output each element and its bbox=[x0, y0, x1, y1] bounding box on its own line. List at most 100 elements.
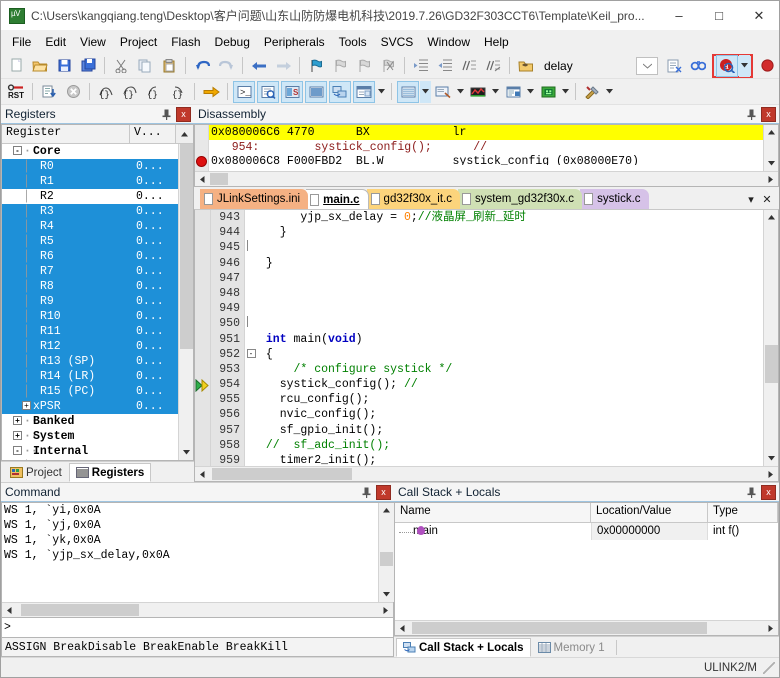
menu-window[interactable]: Window bbox=[420, 33, 477, 51]
analysis-windows-icon[interactable] bbox=[467, 81, 489, 103]
register-row[interactable]: │R90... bbox=[2, 294, 178, 309]
command-scroll-right-icon[interactable] bbox=[378, 603, 393, 617]
command-vertical-scrollbar[interactable] bbox=[378, 503, 393, 602]
editor-code-line[interactable] bbox=[259, 271, 763, 286]
step-icon[interactable]: {} bbox=[95, 81, 117, 103]
register-row[interactable]: +xPSR0... bbox=[2, 399, 178, 414]
editor-code-line[interactable] bbox=[259, 286, 763, 301]
register-row[interactable]: │R30... bbox=[2, 204, 178, 219]
command-hscroll-thumb[interactable] bbox=[21, 604, 139, 616]
callstack-horizontal-scrollbar[interactable] bbox=[395, 620, 778, 635]
run-to-main-icon[interactable] bbox=[38, 81, 60, 103]
callstack-scroll-right-icon[interactable] bbox=[763, 621, 778, 635]
editor-horizontal-scrollbar[interactable] bbox=[195, 466, 778, 481]
watch-windows-dropdown-caret[interactable] bbox=[376, 81, 387, 103]
copy-icon[interactable] bbox=[134, 55, 156, 77]
register-row[interactable]: │R60... bbox=[2, 249, 178, 264]
command-window-icon[interactable]: >_ bbox=[233, 81, 255, 103]
editor-fold-cell[interactable] bbox=[245, 286, 257, 301]
callstack-close-icon[interactable]: x bbox=[761, 485, 776, 500]
editor-code-line[interactable]: } bbox=[259, 256, 763, 271]
disassembly-gutter[interactable] bbox=[195, 125, 209, 171]
editor-fold-cell[interactable] bbox=[245, 256, 257, 271]
outdent-icon[interactable] bbox=[434, 55, 456, 77]
find-in-project-dropdown-caret[interactable] bbox=[739, 55, 750, 77]
editor-fold-cell[interactable] bbox=[245, 362, 257, 377]
menu-debug[interactable]: Debug bbox=[208, 33, 257, 51]
registers-scroll-down-icon[interactable] bbox=[179, 445, 194, 460]
find-history-dropdown[interactable] bbox=[636, 57, 658, 75]
save-all-icon[interactable] bbox=[77, 55, 99, 77]
system-viewer-dropdown-caret[interactable] bbox=[560, 81, 571, 103]
disassembly-close-icon[interactable]: x bbox=[761, 107, 776, 122]
trace-windows-dropdown-caret[interactable] bbox=[525, 81, 536, 103]
open-file-icon[interactable] bbox=[29, 55, 51, 77]
dock-tab-project[interactable]: Project bbox=[3, 463, 69, 482]
menu-help[interactable]: Help bbox=[477, 33, 516, 51]
cut-icon[interactable] bbox=[110, 55, 132, 77]
callstack-col-location[interactable]: Location/Value bbox=[591, 503, 708, 522]
serial-windows-dropdown-caret[interactable] bbox=[455, 81, 466, 103]
editor-tab-gd32f30x-it-c[interactable]: gd32f30x_it.c bbox=[367, 189, 460, 209]
tree-toggle-icon[interactable]: + bbox=[13, 416, 22, 425]
editor-code-line[interactable]: nvic_config(); bbox=[259, 407, 763, 422]
editor-code-line[interactable] bbox=[259, 316, 763, 331]
disassembly-instruction-line[interactable]: 0x080006C8 F000FBD2 BL.W systick_config … bbox=[209, 155, 763, 165]
indent-icon[interactable] bbox=[410, 55, 432, 77]
editor-hscroll-thumb[interactable] bbox=[212, 468, 352, 480]
bookmark-list-icon[interactable] bbox=[663, 55, 685, 77]
symbols-window-icon[interactable]: S bbox=[281, 81, 303, 103]
disassembly-vertical-scrollbar[interactable] bbox=[763, 125, 778, 171]
tree-toggle-icon[interactable]: + bbox=[22, 401, 31, 410]
callstack-col-type[interactable]: Type bbox=[708, 503, 778, 522]
register-row[interactable]: │R20... bbox=[2, 189, 178, 204]
disassembly-pin-icon[interactable] bbox=[744, 107, 759, 122]
menu-svcs[interactable]: SVCS bbox=[374, 33, 421, 51]
editor-scroll-left-icon[interactable] bbox=[195, 467, 210, 481]
menu-file[interactable]: File bbox=[5, 33, 38, 51]
editor-code-line[interactable]: rcu_config(); bbox=[259, 392, 763, 407]
toolbox-icon[interactable] bbox=[581, 81, 603, 103]
tree-toggle-icon[interactable]: - bbox=[13, 446, 22, 455]
show-next-statement-icon[interactable] bbox=[200, 81, 222, 103]
undo-icon[interactable] bbox=[191, 55, 213, 77]
editor-tab-systick-c[interactable]: systick.c bbox=[580, 189, 648, 209]
bookmark-prev-icon[interactable] bbox=[329, 55, 351, 77]
watch-windows-icon[interactable] bbox=[353, 81, 375, 103]
minimize-button[interactable]: – bbox=[659, 1, 699, 31]
bookmark-toggle-icon[interactable] bbox=[305, 55, 327, 77]
find-combo-value[interactable]: delay bbox=[538, 59, 579, 73]
find-next-icon[interactable] bbox=[687, 55, 709, 77]
navigate-forward-icon[interactable] bbox=[272, 55, 294, 77]
disassembly-scroll-right-icon[interactable] bbox=[763, 172, 778, 186]
command-horizontal-scrollbar[interactable] bbox=[2, 602, 393, 617]
editor-tab-jlinksettings-ini[interactable]: JLinkSettings.ini bbox=[200, 189, 308, 209]
tab-list-dropdown-icon[interactable]: ▾ bbox=[743, 190, 759, 208]
disassembly-scroll-left-icon[interactable] bbox=[195, 172, 210, 186]
registers-window-icon[interactable] bbox=[305, 81, 327, 103]
disassembly-scroll-down-icon[interactable] bbox=[764, 156, 779, 171]
editor-fold-cell[interactable] bbox=[245, 210, 257, 225]
register-row[interactable]: │R00... bbox=[2, 159, 178, 174]
register-row[interactable]: │R13 (SP)0... bbox=[2, 354, 178, 369]
dock-tab-registers[interactable]: Registers bbox=[69, 463, 151, 482]
disassembly-scroll-up-icon[interactable] bbox=[764, 125, 779, 140]
editor-fold-cell[interactable] bbox=[245, 271, 257, 286]
disassembly-hscroll-thumb[interactable] bbox=[210, 173, 228, 185]
editor-scroll-up-icon[interactable] bbox=[764, 210, 779, 225]
editor-code-text[interactable]: yjp_sx_delay = 0;//液晶屏_刷新_延时 } } int mai… bbox=[257, 210, 763, 466]
disassembly-horizontal-scrollbar[interactable] bbox=[195, 171, 778, 186]
command-scroll-left-icon[interactable] bbox=[2, 603, 17, 617]
tab-close-icon[interactable]: ✕ bbox=[759, 190, 775, 208]
command-hscroll-track[interactable] bbox=[17, 603, 378, 617]
dock-tab-memory1[interactable]: Memory 1 bbox=[531, 638, 612, 657]
menu-tools[interactable]: Tools bbox=[332, 33, 374, 51]
toolbox-dropdown-caret[interactable] bbox=[604, 81, 615, 103]
close-button[interactable]: ✕ bbox=[739, 1, 779, 31]
callstack-hscroll-thumb[interactable] bbox=[412, 622, 707, 634]
menu-view[interactable]: View bbox=[73, 33, 113, 51]
registers-scroll-up-icon[interactable] bbox=[176, 125, 193, 143]
editor-scroll-down-icon[interactable] bbox=[764, 451, 779, 466]
register-row[interactable]: │R110... bbox=[2, 324, 178, 339]
command-input[interactable]: > bbox=[1, 618, 394, 638]
